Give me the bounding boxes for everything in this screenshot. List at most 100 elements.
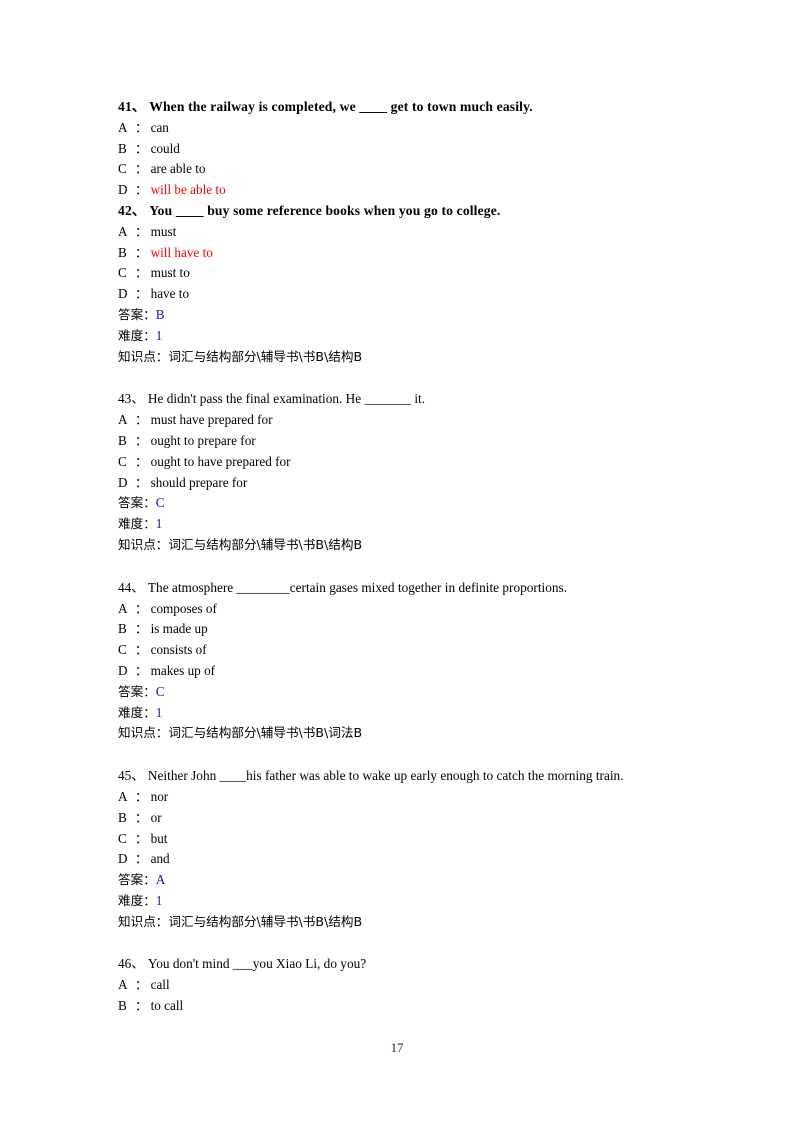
option-label: B	[118, 140, 127, 156]
question-stem: 41、 When the railway is completed, we __…	[118, 97, 688, 118]
answer-line-label: 答案：	[118, 495, 156, 511]
option-text: call	[150, 977, 170, 993]
answer-value: C	[155, 683, 165, 699]
option-text: will be able to	[150, 182, 226, 198]
option-a[interactable]: A ： call	[118, 975, 688, 996]
option-c[interactable]: C ： must to	[118, 263, 688, 284]
knowledge-line-label: 知识点：	[118, 913, 169, 929]
question-block: 44、 The atmosphere ________certain gases…	[118, 578, 688, 744]
knowledge-line: 知识点：词汇与结构部分\辅导书\书B\结构B	[118, 912, 688, 933]
question-list: 41、 When the railway is completed, we __…	[118, 97, 688, 1017]
option-separator: ：	[135, 140, 148, 156]
option-c[interactable]: C ： consists of	[118, 640, 688, 661]
option-separator: ：	[135, 265, 148, 281]
question-text: When the railway is completed, we ____ g…	[149, 99, 533, 114]
question-stem: 45、 Neither John ____his father was able…	[118, 766, 688, 787]
option-separator: ：	[135, 432, 148, 448]
document-page: 41、 When the railway is completed, we __…	[0, 0, 794, 1123]
option-text: ought to prepare for	[150, 432, 256, 448]
option-b[interactable]: B ： will have to	[118, 243, 688, 264]
option-text: or	[150, 809, 162, 825]
question-number: 45、	[118, 768, 145, 784]
option-b[interactable]: B ： could	[118, 139, 688, 160]
option-separator: ：	[135, 788, 148, 804]
option-c[interactable]: C ： are able to	[118, 159, 688, 180]
option-separator: ：	[135, 809, 148, 825]
option-a[interactable]: A ： can	[118, 118, 688, 139]
option-label: A	[118, 119, 128, 135]
question-number: 41、	[118, 99, 146, 114]
option-text: must have prepared for	[150, 412, 273, 428]
option-d[interactable]: D ： have to	[118, 284, 688, 305]
option-text: makes up of	[150, 662, 216, 678]
question-text: The atmosphere ________certain gases mix…	[147, 579, 568, 595]
knowledge-line: 知识点：词汇与结构部分\辅导书\书B\词法B	[118, 723, 688, 744]
question-text: He didn't pass the final examination. He…	[147, 391, 426, 407]
option-d[interactable]: D ： will be able to	[118, 180, 688, 201]
option-text: must to	[150, 265, 190, 281]
option-text: should prepare for	[150, 474, 248, 490]
difficulty-line-label: 难度：	[118, 516, 156, 532]
option-separator: ：	[135, 119, 148, 135]
option-d[interactable]: D ： and	[118, 849, 688, 870]
option-text: nor	[150, 788, 169, 804]
option-text: can	[150, 119, 169, 135]
knowledge-value: 词汇与结构部分\辅导书\书B\结构B	[168, 348, 363, 364]
option-label: C	[118, 830, 127, 846]
knowledge-value: 词汇与结构部分\辅导书\书B\结构B	[168, 913, 363, 929]
knowledge-line-label: 知识点：	[118, 725, 169, 741]
option-separator: ：	[135, 286, 148, 302]
option-separator: ：	[135, 998, 148, 1014]
option-separator: ：	[135, 223, 148, 239]
option-a[interactable]: A ： must	[118, 222, 688, 243]
option-b[interactable]: B ： ought to prepare for	[118, 431, 688, 452]
option-label: B	[118, 998, 127, 1014]
difficulty-line-label: 难度：	[118, 704, 156, 720]
option-text: to call	[150, 998, 184, 1014]
option-d[interactable]: D ： should prepare for	[118, 473, 688, 494]
option-separator: ：	[135, 600, 148, 616]
option-text: consists of	[150, 642, 207, 658]
option-text: is made up	[150, 621, 208, 637]
knowledge-line: 知识点：词汇与结构部分\辅导书\书B\结构B	[118, 535, 688, 556]
option-separator: ：	[135, 851, 148, 867]
option-a[interactable]: A ： composes of	[118, 599, 688, 620]
option-label: D	[118, 474, 128, 490]
answer-line: 答案：C	[118, 493, 688, 514]
option-b[interactable]: B ： or	[118, 808, 688, 829]
option-text: could	[150, 140, 180, 156]
option-a[interactable]: A ： must have prepared for	[118, 410, 688, 431]
option-d[interactable]: D ： makes up of	[118, 661, 688, 682]
option-b[interactable]: B ： to call	[118, 996, 688, 1017]
option-a[interactable]: A ： nor	[118, 787, 688, 808]
answer-line: 答案：B	[118, 305, 688, 326]
option-label: C	[118, 453, 127, 469]
option-separator: ：	[135, 161, 148, 177]
option-text: will have to	[150, 244, 213, 260]
option-label: B	[118, 244, 127, 260]
question-text: You don't mind ___you Xiao Li, do you?	[147, 956, 367, 972]
answer-line-label: 答案：	[118, 306, 156, 322]
answer-value: A	[155, 872, 166, 888]
option-c[interactable]: C ： ought to have prepared for	[118, 452, 688, 473]
question-number: 44、	[118, 579, 145, 595]
option-separator: ：	[135, 453, 148, 469]
option-label: B	[118, 809, 127, 825]
option-label: A	[118, 600, 128, 616]
option-label: B	[118, 432, 127, 448]
option-label: D	[118, 851, 128, 867]
answer-value: B	[155, 306, 165, 322]
option-b[interactable]: B ： is made up	[118, 619, 688, 640]
option-c[interactable]: C ： but	[118, 829, 688, 850]
option-text: ought to have prepared for	[150, 453, 291, 469]
option-label: C	[118, 265, 127, 281]
knowledge-value: 词汇与结构部分\辅导书\书B\词法B	[168, 725, 363, 741]
option-label: D	[118, 182, 128, 198]
difficulty-line-label: 难度：	[118, 327, 156, 343]
question-stem: 43、 He didn't pass the final examination…	[118, 389, 688, 410]
difficulty-value: 1	[155, 704, 163, 720]
question-block: 43、 He didn't pass the final examination…	[118, 389, 688, 555]
question-number: 42、	[118, 202, 146, 218]
